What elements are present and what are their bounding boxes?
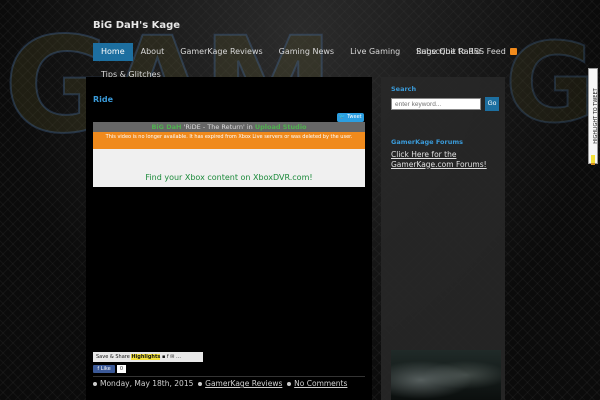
nav-item-gamerkage-reviews[interactable]: GamerKage Reviews [172,43,270,61]
video-user: BiG DaH [151,123,182,131]
rss-subscribe-link[interactable]: Subscribe to RSS Feed [416,43,517,61]
main-nav-row-2: Tips & Glitches [93,62,169,79]
like-count: 0 [117,365,126,373]
post-date: Monday, May 18th, 2015 [100,379,194,388]
twitter-bird-icon: 🐦 [339,114,346,120]
search-widget-title: Search [391,85,417,93]
search-go-button[interactable]: Go [485,97,499,111]
forums-widget-title: GamerKage Forums [391,138,463,146]
rss-icon [509,48,517,55]
pencil-icon [591,155,595,165]
comments-bullet-icon [287,382,292,386]
tweet-label: Tweet [347,114,362,120]
site-logo-watermark-right: GE [504,19,600,147]
video-title-text: 'RiDE - The Return' in [181,123,255,131]
share-icons: ▪ f ✉ … [161,354,182,360]
date-bullet-icon [93,382,97,386]
category-bullet-icon [198,382,203,386]
nav-item-live-gaming[interactable]: Live Gaming [342,43,408,61]
nav-item-about[interactable]: About [133,43,173,61]
highlight-to-tweet-tab[interactable]: HIGHLIGHT TO TWEET [588,68,599,165]
share-prefix: Save & Share [96,354,132,360]
rss-label: Subscribe to RSS Feed [416,47,506,56]
video-unavailable-notice: This video is no longer available. It ha… [93,132,365,149]
like-label: Like [100,366,111,372]
video-embed[interactable]: BiG DaH 'RiDE - The Return' in Upload St… [93,122,365,187]
forums-link[interactable]: Click Here for the GamerKage.com Forums! [391,150,501,169]
post-title[interactable]: Ride [93,95,113,104]
facebook-like-button[interactable]: f Like [93,365,115,373]
save-share-highlights-bar[interactable]: Save & Share Highlights ▪ f ✉ … [93,352,203,362]
tweet-button[interactable]: 🐦 Tweet [337,113,364,122]
xboxdvr-link[interactable]: Find your Xbox content on XboxDVR.com! [93,173,365,182]
nav-item-gaming-news[interactable]: Gaming News [271,43,342,61]
side-tab-label: HIGHLIGHT TO TWEET [593,88,599,144]
post-meta: Monday, May 18th, 2015 GamerKage Reviews… [93,376,365,388]
nav-item-home[interactable]: Home [93,43,133,61]
sidebar-game-image [391,350,501,400]
search-input[interactable] [391,98,481,110]
video-header: BiG DaH 'RiDE - The Return' in Upload St… [93,122,365,132]
post-category-link[interactable]: GamerKage Reviews [205,379,282,388]
facebook-icon: f [97,366,100,372]
share-highlights: Highlights [131,354,161,360]
video-upload-studio: Upload Studio [254,123,307,131]
post-comments-link[interactable]: No Comments [294,379,347,388]
site-title[interactable]: BiG DaH's Kage [93,20,180,31]
